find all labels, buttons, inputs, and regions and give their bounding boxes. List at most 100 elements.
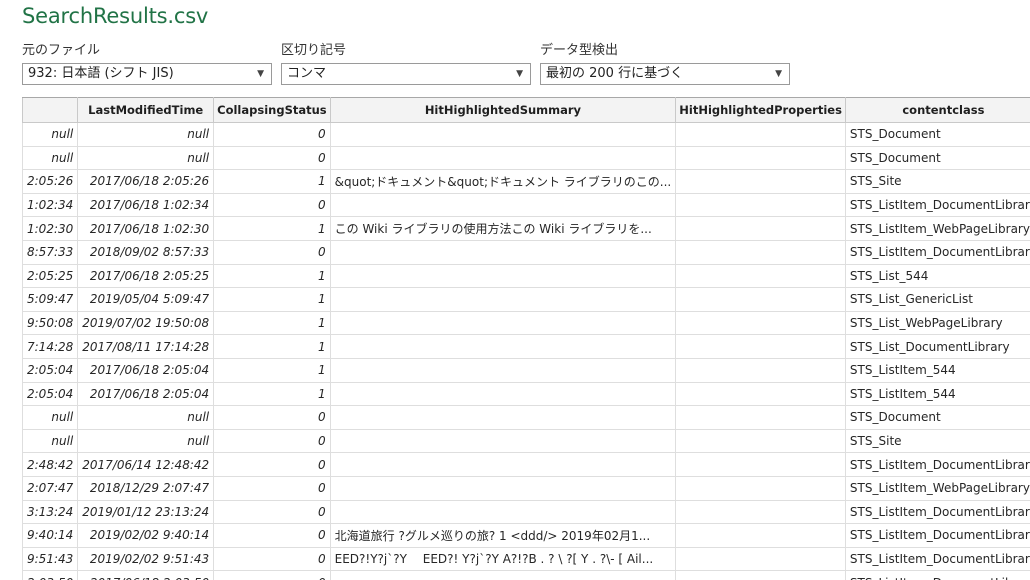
table-cell: 2017/06/18 1:02:34 [77,192,215,218]
table-cell [675,381,846,407]
table-cell [675,239,846,265]
table-cell: STS_ListItem_544 [844,381,1030,407]
table-cell [675,310,846,336]
table-cell: null [77,145,215,171]
delimiter-field: 区切り記号 コンマ ▼ [281,41,531,85]
table-row: 2:05:04 2017/06/18 2:05:04 1 STS_ListItem_5… [22,357,1030,383]
table-cell: STS_List_WebPageLibrary [844,310,1030,336]
table-cell: 2:05:04 [22,357,79,383]
table-cell [329,334,677,359]
table-cell: STS_ListItem_DocumentLibrary [844,570,1030,580]
table-cell [329,357,677,383]
data-preview-table: LastModifiedTime CollapsingStatus HitHighl… [22,97,1030,580]
table-cell [675,334,846,359]
table-row: 2:03:502017/06/18 2:03:500 STS_ListItem_D… [22,570,1030,580]
delimiter-dropdown[interactable]: コンマ ▼ [281,63,531,85]
table-cell [675,428,846,454]
table-cell [675,122,846,147]
table-cell: STS_Document [844,405,1030,430]
table-cell: 3:13:24 [22,499,79,525]
table-cell: null [22,405,79,430]
chevron-down-icon: ▼ [257,69,264,79]
table-cell [329,239,677,265]
table-cell: 0 [213,452,331,477]
table-row: 9:40:14 2019/02/02 9:40:14 0 北海道旅行 ?グルメ巡りの旅… [22,523,1030,548]
table-cell [329,263,677,289]
table-cell: STS_List_GenericList [844,287,1030,312]
table-cell: STS_ListItem_DocumentLibrary [844,499,1030,525]
table-row: 5:09:47 2019/05/04 5:09:47 1 STS_List_Gener… [22,287,1030,312]
table-cell [675,192,846,218]
column-header[interactable] [22,97,79,123]
table-cell: STS_ListItem_DocumentLibrary [844,239,1030,265]
table-cell: 2019/07/02 19:50:08 [77,310,215,336]
table-cell: 2017/06/18 2:05:26 [77,169,215,194]
column-header[interactable]: HitHighlightedSummary [329,97,677,123]
chevron-down-icon: ▼ [516,69,523,79]
table-cell: 0 [213,570,331,580]
table-cell: 9:50:08 [22,310,79,336]
file-origin-dropdown[interactable]: 932: 日本語 (シフト JIS) ▼ [22,63,272,85]
table-cell: STS_ListItem_DocumentLibrary [844,546,1030,572]
data-type-detection-field: データ型検出 最初の 200 行に基づく ▼ [540,41,790,85]
table-cell: 1 [213,357,331,383]
column-header[interactable]: CollapsingStatus [213,97,331,123]
table-cell [329,570,677,580]
table-cell [675,405,846,430]
table-cell [329,405,677,430]
table-cell [675,357,846,383]
column-header[interactable]: HitHighlightedProperties [675,97,846,123]
table-cell [675,475,846,501]
table-cell: 0 [213,145,331,171]
table-cell [329,381,677,407]
table-cell: 1 [213,287,331,312]
table-cell: STS_ListItem_DocumentLibrary [844,523,1030,548]
table-cell [675,169,846,194]
table-cell: null [77,428,215,454]
table-cell: 2017/06/18 2:05:04 [77,357,215,383]
table-row: 1:02:34 2017/06/18 1:02:34 0 STS_ListItem_D… [22,192,1030,218]
table-cell [329,287,677,312]
table-cell: 2017/06/18 2:03:50 [77,570,215,580]
delimiter-label: 区切り記号 [281,43,347,58]
table-row: 2:05:04 2017/06/18 2:05:04 1 STS_ListItem_5… [22,381,1030,407]
table-cell: 2017/08/11 17:14:28 [77,334,215,359]
table-cell: 9:40:14 [22,523,79,548]
table-row: 8:57:33 2018/09/02 8:57:33 0 STS_ListItem_D… [22,239,1030,265]
table-cell: 1:02:30 [22,216,79,241]
table-cell: 1 [213,263,331,289]
data-type-detection-value: 最初の 200 行に基づく [546,66,684,81]
table-cell: 2017/06/14 12:48:42 [77,452,215,477]
data-preview-grid[interactable]: LastModifiedTime CollapsingStatus HitHighl… [22,97,1030,580]
table-cell: 2018/09/02 8:57:33 [77,239,215,265]
data-type-detection-dropdown[interactable]: 最初の 200 行に基づく ▼ [540,63,790,85]
table-cell: 9:51:43 [22,546,79,572]
column-header[interactable]: LastModifiedTime [77,97,215,123]
column-header[interactable]: contentclass [844,97,1030,123]
table-cell: 7:14:28 [22,334,79,359]
table-cell: null [77,122,215,147]
table-cell: &quot;ドキュメント&quot;ドキュメント ライブラリのこの... [329,169,677,194]
table-cell: 2017/06/18 1:02:30 [77,216,215,241]
table-row: null null 0 STS_Document [22,145,1030,171]
table-cell: 2:05:04 [22,381,79,407]
table-cell: 2:05:26 [22,169,79,194]
table-cell: STS_ListItem_WebPageLibrary [844,475,1030,501]
table-cell: 2:48:42 [22,452,79,477]
table-cell: 北海道旅行 ?グルメ巡りの旅? 1 <ddd/> 2019年02月1... [329,523,677,548]
table-cell: 2017/06/18 2:05:04 [77,381,215,407]
table-cell [675,499,846,525]
table-cell: STS_Site [844,428,1030,454]
table-cell: EED?!Y?j`?Y EED?! Y?j`?Y A?!?B . ? \ ?[ … [329,546,677,572]
table-cell: 1 [213,334,331,359]
table-cell [675,452,846,477]
table-cell [329,475,677,501]
table-cell: 2:05:25 [22,263,79,289]
table-cell [329,428,677,454]
table-row: 2:48:42 2017/06/14 12:48:42 0 STS_ListItem_… [22,452,1030,477]
data-type-detection-label: データ型検出 [540,43,619,58]
file-origin-value: 932: 日本語 (シフト JIS) [28,66,174,81]
table-cell: STS_ListItem_544 [844,357,1030,383]
table-cell: STS_ListItem_WebPageLibrary [844,216,1030,241]
table-row: 7:14:28 2017/08/11 17:14:28 1 STS_List_Docu… [22,334,1030,359]
